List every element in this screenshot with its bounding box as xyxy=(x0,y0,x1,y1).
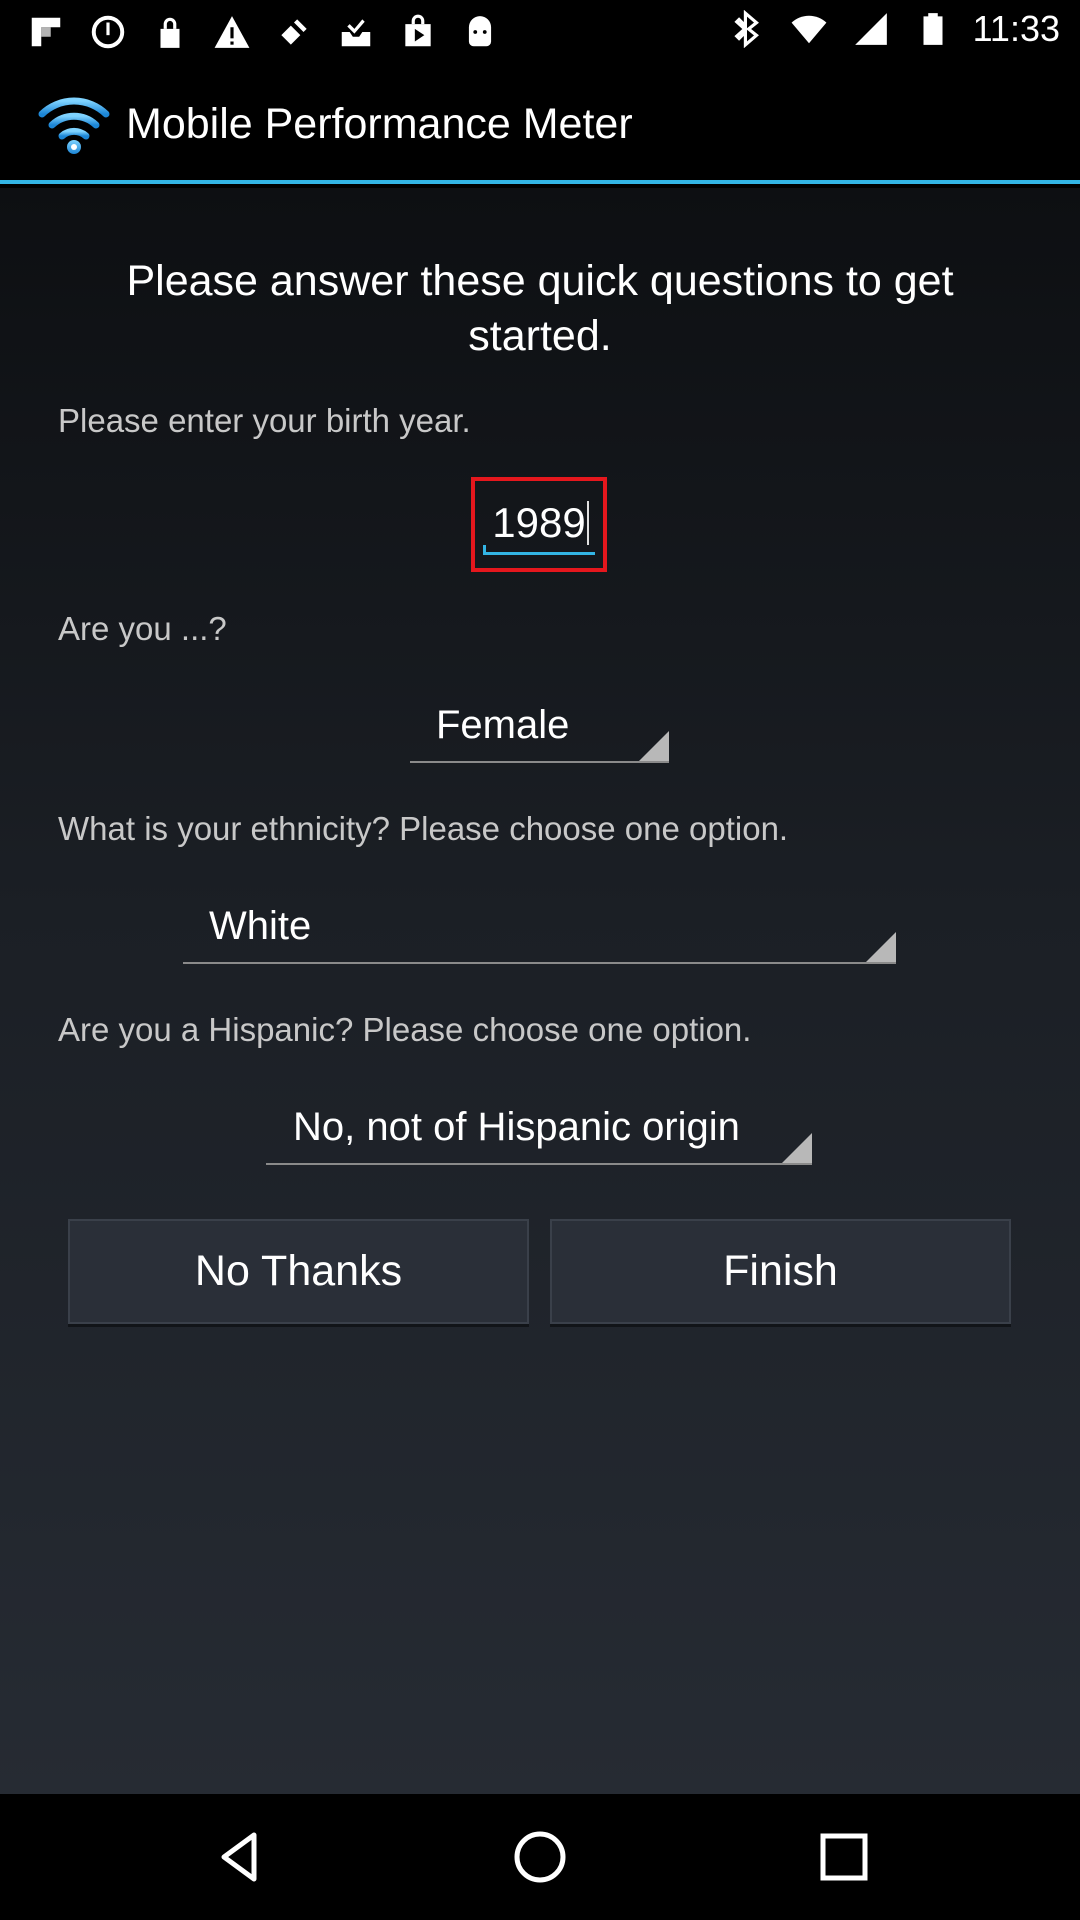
inbox-check-icon xyxy=(334,12,378,52)
form-heading: Please answer these quick questions to g… xyxy=(126,257,954,360)
ethnicity-spinner[interactable]: White xyxy=(183,894,896,964)
hispanic-value: No, not of Hispanic origin xyxy=(293,1105,740,1149)
hispanic-label: Are you a Hispanic? Please choose one op… xyxy=(58,1011,752,1048)
finish-button[interactable]: Finish xyxy=(550,1219,1011,1324)
highlight-box: 1989 xyxy=(471,477,607,572)
sync-icon xyxy=(86,12,130,52)
wifi-logo-icon xyxy=(38,88,110,160)
navigation-bar xyxy=(0,1794,1080,1920)
recents-icon[interactable] xyxy=(814,1827,874,1887)
lock-icon xyxy=(148,12,192,52)
gender-spinner[interactable]: Female xyxy=(410,693,669,763)
ethnicity-label: What is your ethnicity? Please choose on… xyxy=(58,810,789,847)
clock: 11:33 xyxy=(972,8,1060,49)
wifi-icon xyxy=(787,9,831,49)
back-icon[interactable] xyxy=(210,1827,270,1887)
warning-icon xyxy=(210,12,254,52)
action-bar: Mobile Performance Meter xyxy=(0,62,1080,184)
birth-year-label: Please enter your birth year. xyxy=(58,402,471,439)
app-title: Mobile Performance Meter xyxy=(126,100,633,148)
flipboard-icon xyxy=(24,12,68,52)
android-icon xyxy=(458,12,502,52)
satellite-icon xyxy=(272,12,316,52)
home-icon[interactable] xyxy=(510,1827,570,1887)
status-bar: 11:33 xyxy=(0,0,1080,62)
battery-icon xyxy=(911,9,955,49)
ethnicity-value: White xyxy=(209,904,312,948)
dropdown-arrow-icon xyxy=(639,731,669,761)
hispanic-spinner[interactable]: No, not of Hispanic origin xyxy=(266,1095,812,1165)
dropdown-arrow-icon xyxy=(866,932,896,962)
play-store-icon xyxy=(396,12,440,52)
dropdown-arrow-icon xyxy=(782,1133,812,1163)
signal-icon xyxy=(849,9,893,49)
survey-form: Please answer these quick questions to g… xyxy=(0,188,1080,1794)
gender-label: Are you ...? xyxy=(58,610,227,647)
gender-value: Female xyxy=(436,703,570,747)
no-thanks-button[interactable]: No Thanks xyxy=(68,1219,529,1324)
birth-year-input[interactable]: 1989 xyxy=(483,491,595,555)
bluetooth-icon xyxy=(725,9,769,49)
